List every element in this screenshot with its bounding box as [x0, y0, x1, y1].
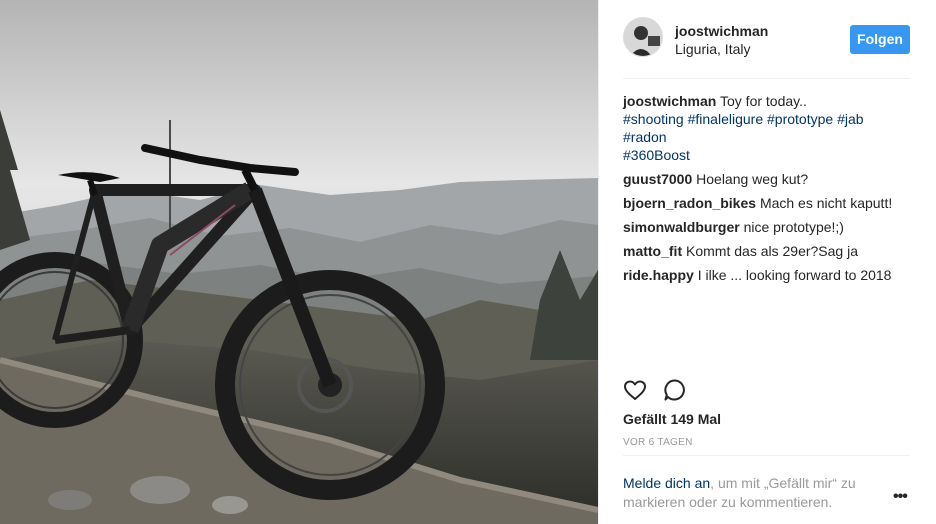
- caption-text: Toy for today..: [720, 93, 807, 109]
- instagram-post: joostwichman Liguria, Italy Folgen joost…: [0, 0, 936, 524]
- comments-list: joostwichman Toy for today.. #shooting #…: [623, 92, 913, 284]
- follow-button[interactable]: Folgen: [850, 25, 910, 54]
- comment-username[interactable]: ride.happy: [623, 267, 694, 283]
- comment-text: Mach es nicht kaputt!: [759, 195, 893, 211]
- post-timestamp[interactable]: VOR 6 TAGEN: [623, 437, 693, 448]
- comment-username[interactable]: guust7000: [623, 171, 692, 187]
- comment-text: nice prototype!;): [743, 219, 844, 235]
- header-username[interactable]: joostwichman: [675, 23, 768, 39]
- divider: [623, 455, 910, 456]
- hashtag[interactable]: #prototype: [767, 111, 833, 127]
- likes-count[interactable]: Gefällt 149 Mal: [623, 411, 721, 427]
- hashtag[interactable]: #shooting: [623, 111, 684, 127]
- comment-text: I ilke ... looking forward to 2018: [697, 267, 892, 283]
- heart-icon[interactable]: [623, 378, 647, 405]
- caption: joostwichman Toy for today.. #shooting #…: [623, 92, 913, 164]
- comment-text: Kommt das als 29er?Sag ja: [686, 243, 858, 259]
- comment-item: bjoern_radon_bikes Mach es nicht kaputt!: [623, 194, 913, 212]
- comment-text: Hoelang weg kut?: [696, 171, 809, 187]
- comment-item: ride.happy I ilke ... looking forward to…: [623, 266, 913, 284]
- comment-item: guust7000 Hoelang weg kut?: [623, 170, 913, 188]
- location-link[interactable]: Liguria, Italy: [675, 41, 750, 57]
- action-bar: [623, 378, 910, 402]
- hashtag[interactable]: #360Boost: [623, 147, 690, 163]
- comment-item: simonwaldburger nice prototype!;): [623, 218, 913, 236]
- caption-username[interactable]: joostwichman: [623, 93, 716, 109]
- post-sidebar: joostwichman Liguria, Italy Folgen joost…: [598, 0, 936, 524]
- hashtag[interactable]: #radon: [623, 129, 667, 145]
- hashtag[interactable]: #jab: [837, 111, 863, 127]
- post-header: joostwichman Liguria, Italy Folgen: [623, 17, 910, 79]
- login-prompt: Melde dich an, um mit „Gefällt mir“ zu m…: [623, 474, 873, 512]
- avatar[interactable]: [623, 17, 663, 57]
- comment-username[interactable]: bjoern_radon_bikes: [623, 195, 756, 211]
- more-options-icon[interactable]: •••: [893, 488, 908, 506]
- mountain-bike-photo: [0, 0, 598, 524]
- login-link[interactable]: Melde dich an: [623, 475, 710, 491]
- comment-username[interactable]: simonwaldburger: [623, 219, 740, 235]
- avatar-image: [624, 18, 662, 56]
- post-photo[interactable]: [0, 0, 598, 524]
- hashtag[interactable]: #finaleligure: [688, 111, 764, 127]
- comment-icon[interactable]: [663, 378, 687, 405]
- comment-username[interactable]: matto_fit: [623, 243, 682, 259]
- comment-item: matto_fit Kommt das als 29er?Sag ja: [623, 242, 913, 260]
